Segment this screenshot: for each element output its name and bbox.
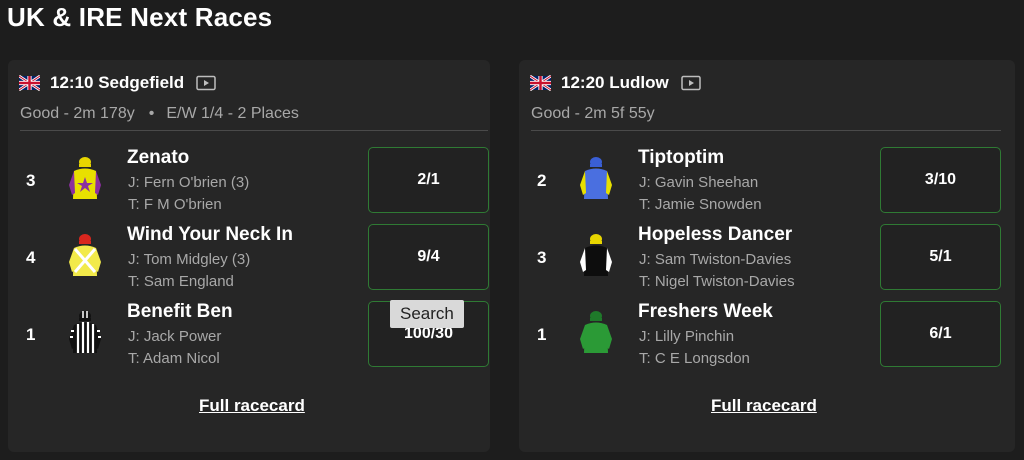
runner-number: 4 — [26, 248, 36, 267]
runner-number: 1 — [537, 325, 547, 344]
runner-number: 3 — [537, 248, 547, 267]
divider — [531, 130, 1001, 131]
runner-row: 3 Hopeless Dancer J: Sam Twiston-Davies … — [519, 224, 1015, 292]
full-racecard-link[interactable]: Full racecard — [711, 396, 817, 416]
jockey-name: J: Gavin Sheehan — [639, 174, 759, 191]
trainer-name: T: Jamie Snowden — [639, 196, 762, 213]
runner-row: 2 Tiptoptim J: Gavin Sheehan T: Jamie Sn… — [519, 147, 1015, 215]
runner-row: 4 Wind Your Neck In J: Tom Midgley (3) T… — [8, 224, 490, 292]
page-title: UK & IRE Next Races — [7, 2, 273, 32]
horse-name[interactable]: Hopeless Dancer — [638, 224, 792, 246]
race-header: 12:10 Sedgefield — [19, 72, 216, 94]
separator-dot: • — [148, 105, 155, 122]
trainer-name: T: Adam Nicol — [128, 350, 220, 367]
divider — [20, 130, 488, 131]
video-icon[interactable] — [196, 75, 216, 91]
jockey-silks-icon — [69, 311, 101, 353]
odds-button[interactable]: 9/4 — [368, 224, 489, 290]
race-meta: Good - 2m 178y • E/W 1/4 - 2 Places — [20, 105, 299, 123]
jockey-name: J: Tom Midgley (3) — [128, 251, 251, 268]
race-meta: Good - 2m 5f 55y — [531, 105, 655, 123]
runner-number: 2 — [537, 171, 547, 190]
jockey-silks-icon — [69, 157, 101, 199]
jockey-name: J: Jack Power — [128, 328, 222, 345]
horse-name[interactable]: Wind Your Neck In — [127, 224, 293, 246]
jockey-name: J: Sam Twiston-Davies — [639, 251, 792, 268]
race-card-ludlow: 12:20 Ludlow Good - 2m 5f 55y 2 Tiptopti… — [519, 60, 1015, 452]
runner-row: 1 Freshers Week J: Lilly Pinchin T: C E … — [519, 301, 1015, 369]
uk-flag-icon — [530, 75, 551, 91]
jockey-silks-icon — [580, 234, 612, 276]
video-icon[interactable] — [680, 75, 701, 91]
uk-flag-icon — [19, 75, 40, 91]
race-card-sedgefield: 12:10 Sedgefield Good - 2m 178y • E/W 1/4 … — [8, 60, 490, 452]
trainer-name: T: Sam England — [128, 273, 234, 290]
race-title[interactable]: 12:10 Sedgefield — [50, 73, 184, 93]
horse-name[interactable]: Benefit Ben — [127, 301, 233, 323]
trainer-name: T: F M O'brien — [128, 196, 222, 213]
odds-button[interactable]: 3/10 — [880, 147, 1001, 213]
jockey-silks-icon — [69, 234, 101, 276]
horse-name[interactable]: Tiptoptim — [638, 147, 724, 169]
search-tooltip: Search — [390, 300, 464, 328]
trainer-name: T: C E Longsdon — [639, 350, 750, 367]
horse-name[interactable]: Freshers Week — [638, 301, 773, 323]
race-header: 12:20 Ludlow — [530, 72, 701, 94]
full-racecard-link[interactable]: Full racecard — [199, 396, 305, 416]
runner-number: 3 — [26, 171, 36, 190]
race-each-way: E/W 1/4 - 2 Places — [166, 105, 299, 122]
odds-button[interactable]: 2/1 — [368, 147, 489, 213]
race-going: Good - 2m 178y — [20, 105, 135, 122]
odds-button[interactable]: 5/1 — [880, 224, 1001, 290]
jockey-silks-icon — [580, 311, 612, 353]
race-going: Good - 2m 5f 55y — [531, 105, 655, 122]
odds-button[interactable]: 6/1 — [880, 301, 1001, 367]
race-title[interactable]: 12:20 Ludlow — [561, 73, 669, 93]
runner-number: 1 — [26, 325, 36, 344]
runner-row: 3 Zenato J: Fern O'brien (3) T: F M O'br… — [8, 147, 490, 215]
jockey-silks-icon — [580, 157, 612, 199]
trainer-name: T: Nigel Twiston-Davies — [639, 273, 795, 290]
horse-name[interactable]: Zenato — [127, 147, 189, 169]
jockey-name: J: Fern O'brien (3) — [128, 174, 250, 191]
jockey-name: J: Lilly Pinchin — [639, 328, 735, 345]
